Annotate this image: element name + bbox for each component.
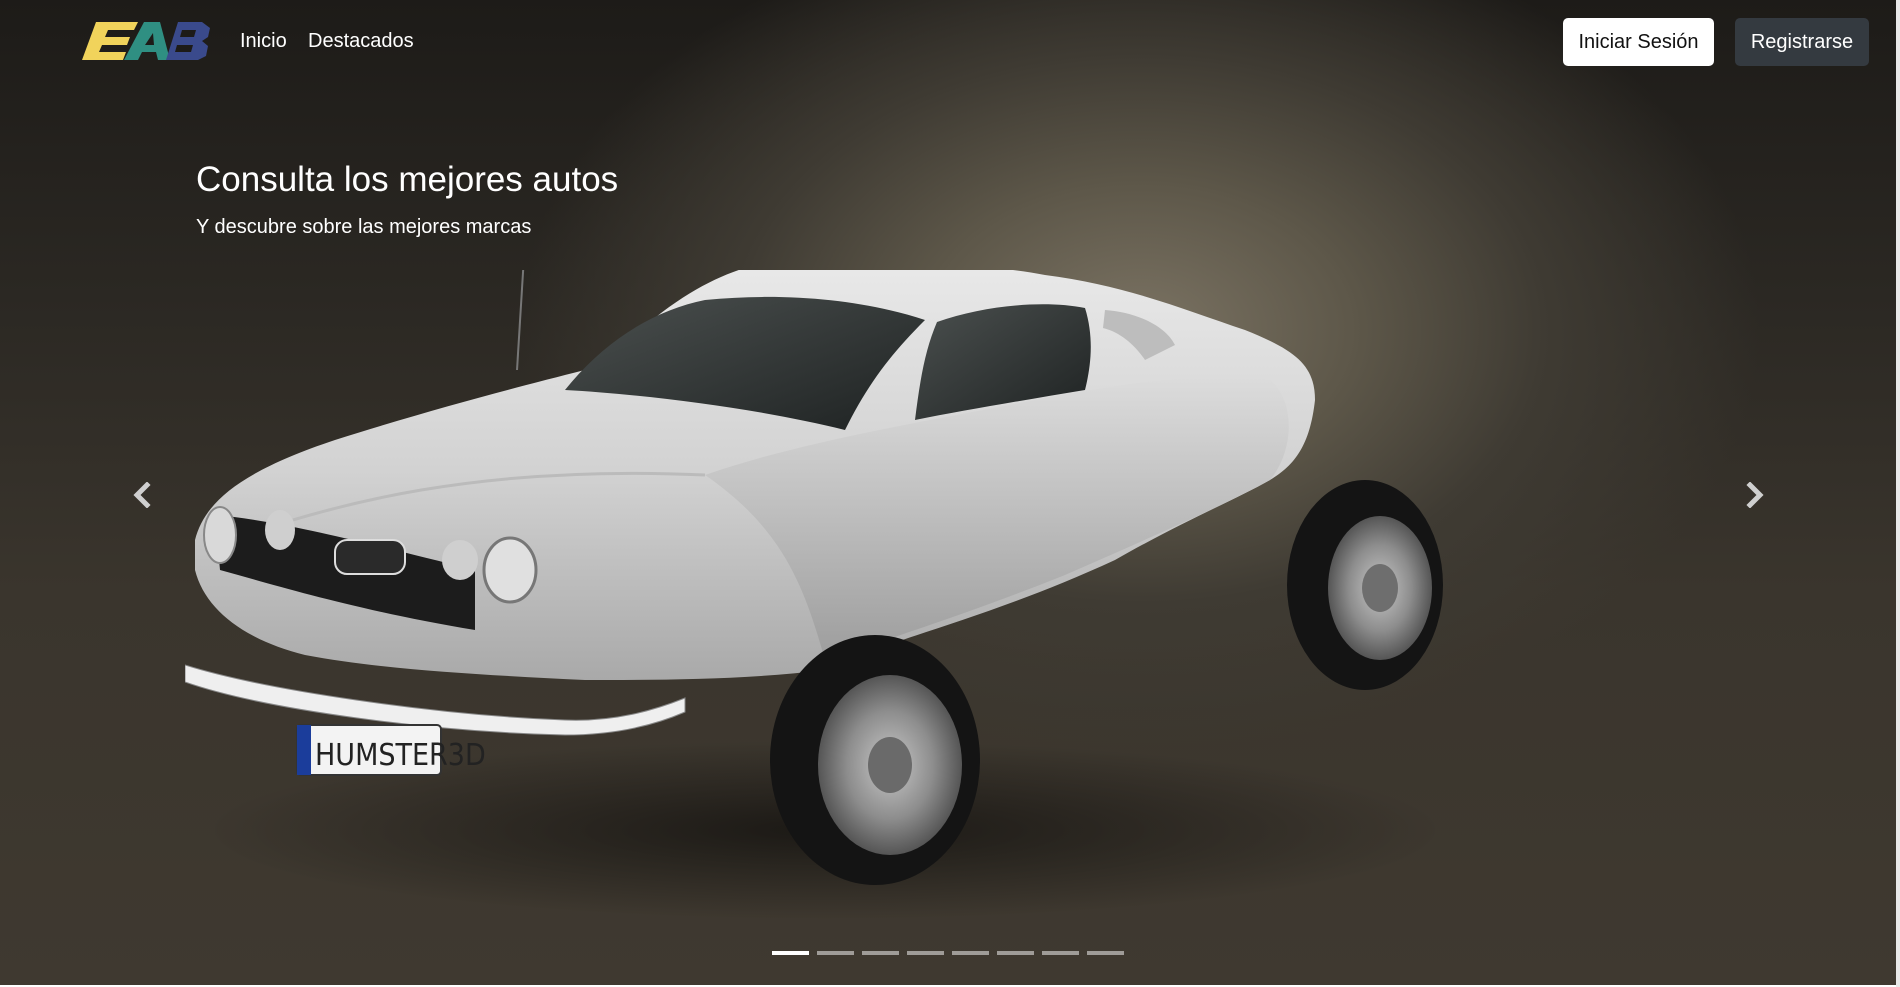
carousel-subtitle: Y descubre sobre las mejores marcas [196,216,532,238]
register-button[interactable]: Registrarse [1735,18,1869,66]
nav-link-destacados[interactable]: Destacados [308,30,414,53]
carousel-indicators [772,949,1124,957]
carousel-indicator[interactable] [772,951,809,955]
carousel-indicator[interactable] [952,951,989,955]
license-plate-text: HUMSTER3D [315,738,486,773]
carousel-indicator[interactable] [817,951,854,955]
carousel-title: Consulta los mejores autos [196,160,619,199]
carousel-next-button[interactable] [1735,470,1775,520]
carousel-prev-button[interactable] [122,470,162,520]
login-button[interactable]: Iniciar Sesión [1563,18,1714,66]
chevron-right-icon [1746,482,1764,508]
carousel-indicator[interactable] [1042,951,1079,955]
scrollbar[interactable] [1896,0,1900,987]
carousel-indicator[interactable] [907,951,944,955]
carousel-indicator[interactable] [1087,951,1124,955]
hero-carousel: HUMSTER3D Inicio Destacados Iniciar Sesi… [0,0,1896,985]
carousel-indicator[interactable] [862,951,899,955]
nav-link-inicio[interactable]: Inicio [240,30,287,53]
chevron-left-icon [133,482,151,508]
brand-logo[interactable] [78,20,212,62]
car-image: HUMSTER3D [185,270,1445,920]
navbar: Inicio Destacados Iniciar Sesión Registr… [0,0,1896,86]
carousel-indicator[interactable] [997,951,1034,955]
